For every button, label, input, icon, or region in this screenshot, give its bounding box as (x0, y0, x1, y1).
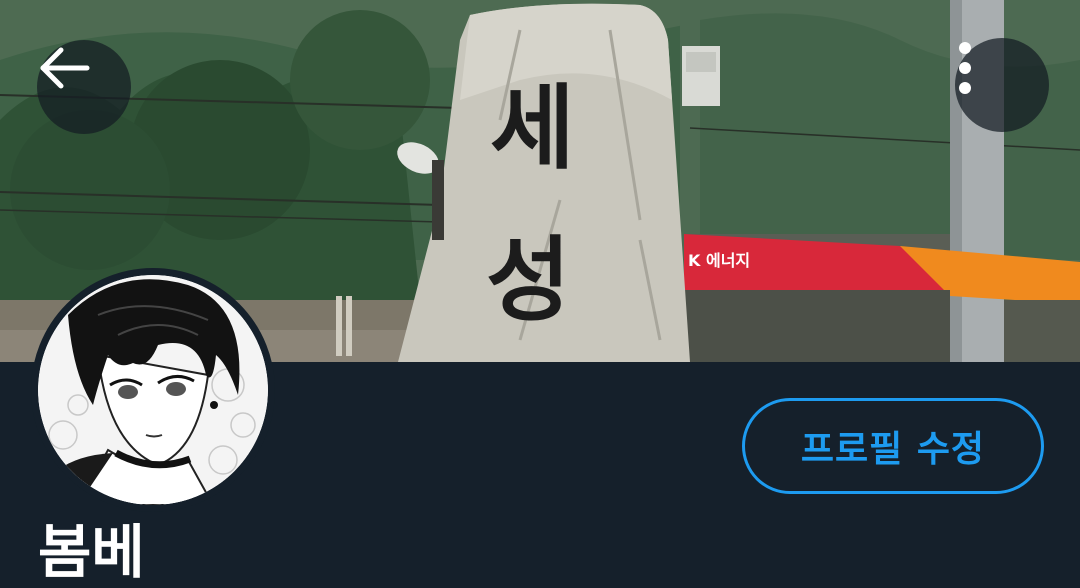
back-button[interactable] (37, 40, 131, 134)
arrow-left-icon (40, 47, 90, 89)
more-vertical-icon (959, 42, 971, 94)
edit-profile-button[interactable]: 프로필 수정 (742, 398, 1044, 494)
stone-character-1: 세 (490, 75, 575, 182)
store-sign-text: K 에너지 (688, 251, 750, 270)
profile-avatar[interactable] (31, 268, 275, 512)
profile-display-name: 봄베 (38, 518, 145, 586)
avatar-illustration (38, 275, 268, 505)
stone-character-2: 성 (486, 227, 571, 334)
more-options-button[interactable] (955, 38, 1049, 132)
